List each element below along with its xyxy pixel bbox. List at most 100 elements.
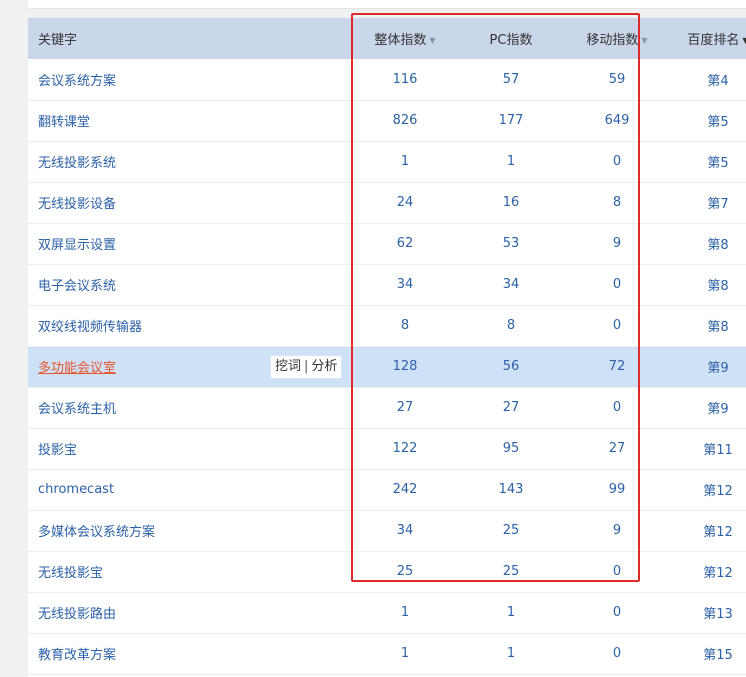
pc-index-cell: 56 [502,359,520,374]
baidu-rank-cell[interactable]: 第5 [670,100,746,141]
keyword-cell: 无线投影系统 [28,141,352,182]
keyword-cell: 会议系统方案 [28,59,352,100]
header-mobile-index[interactable]: 移动指数 ▼ [564,18,670,59]
overall-index-cell: 122 [392,441,418,456]
table-row[interactable]: 翻转课堂 826 177 649 第5 [28,100,746,141]
keyword-cell: 会议系统主机 [28,387,352,428]
overall-index-cell: 1 [400,154,410,169]
table-row[interactable]: 教育改革方案 1 1 0 第15 [28,633,746,674]
pc-index-cell: 8 [506,318,516,333]
keyword-link[interactable]: 无线投影系统 [38,156,116,171]
keyword-cell: 教育改革方案 [28,633,352,674]
pc-index-cell: 34 [502,277,520,292]
overall-index-cell: 242 [392,482,418,497]
sort-caret-down-icon: ▼ [742,36,746,45]
table-row[interactable]: 无线投影系统 1 1 0 第5 [28,141,746,182]
mobile-index-cell: 9 [612,236,622,251]
table-row[interactable]: 双屏显示设置 62 53 9 第8 [28,223,746,264]
header-pc-label: PC指数 [489,33,533,48]
table-row[interactable]: 会议系统方案 116 57 59 第4 [28,59,746,100]
keyword-cell: 无线投影路由 [28,592,352,633]
header-baidu-rank[interactable]: 百度排名 ▼ [670,18,746,59]
keyword-link[interactable]: 投影宝 [38,443,77,458]
pc-index-cell: 25 [502,523,520,538]
table-row[interactable]: 无线投影宝 25 25 0 第12 [28,551,746,592]
baidu-rank-cell[interactable]: 第8 [670,305,746,346]
table-row[interactable]: 电子会议系统 34 34 0 第8 [28,264,746,305]
baidu-rank-cell[interactable]: 第15 [670,633,746,674]
keyword-cell: 双屏显示设置 [28,223,352,264]
overall-index-cell: 34 [396,277,414,292]
keyword-actions: 挖词 | 分析 [270,354,343,379]
pc-index-cell: 143 [498,482,524,497]
analyze-link[interactable]: 分析 [311,359,337,374]
baidu-rank-cell[interactable]: 第11 [670,428,746,469]
keyword-table-panel: 关键字 整体指数 ▼ PC指数 移动指数 ▼ 百度排名 ▼ 会议系统方案 116 57 59… [28,18,746,677]
keyword-cell: 多媒体会议系统方案 [28,510,352,551]
pc-index-cell: 1 [506,605,516,620]
pc-index-cell: 27 [502,400,520,415]
header-overall-index[interactable]: 整体指数 ▼ [352,18,458,59]
action-separator: | [304,358,309,374]
keyword-link[interactable]: 无线投影宝 [38,566,103,581]
keyword-link[interactable]: 无线投影设备 [38,197,116,212]
baidu-rank-cell[interactable]: 第9 [670,346,746,387]
baidu-rank-cell[interactable]: 第12 [670,469,746,510]
header-keyword-label: 关键字 [38,33,78,48]
mobile-index-cell: 27 [608,441,626,456]
keyword-link[interactable]: 电子会议系统 [38,279,116,294]
keyword-link[interactable]: 翻转课堂 [38,115,90,130]
header-pc-index: PC指数 [458,18,564,59]
baidu-rank-cell[interactable]: 第5 [670,141,746,182]
keyword-cell: 多功能会议室 挖词 | 分析 [28,346,352,387]
pc-index-cell: 53 [502,236,520,251]
mobile-index-cell: 59 [608,71,626,87]
keyword-cell: chromecast [28,469,352,510]
overall-index-cell: 1 [400,646,410,661]
keyword-cell: 无线投影宝 [28,551,352,592]
baidu-rank-cell[interactable]: 第12 [670,510,746,551]
baidu-rank-cell[interactable]: 第8 [670,223,746,264]
keyword-table: 关键字 整体指数 ▼ PC指数 移动指数 ▼ 百度排名 ▼ 会议系统方案 116 57 59… [28,18,746,675]
mobile-index-cell: 9 [612,523,622,538]
table-row[interactable]: 多功能会议室 挖词 | 分析 128 56 72 第9 [28,346,746,387]
table-row[interactable]: 无线投影设备 24 16 8 第7 [28,182,746,223]
table-row[interactable]: 多媒体会议系统方案 34 25 9 第12 [28,510,746,551]
keyword-link[interactable]: 教育改革方案 [38,648,116,663]
keyword-link[interactable]: chromecast [38,482,114,497]
baidu-rank-cell[interactable]: 第4 [670,59,746,100]
baidu-rank-cell[interactable]: 第13 [670,592,746,633]
pc-index-cell: 25 [502,564,520,579]
baidu-rank-cell[interactable]: 第7 [670,182,746,223]
mobile-index-cell: 0 [612,277,622,292]
overall-index-cell: 1 [400,605,410,620]
table-row[interactable]: 会议系统主机 27 27 0 第9 [28,387,746,428]
table-row[interactable]: 无线投影路由 1 1 0 第13 [28,592,746,633]
table-row[interactable]: 双绞线视频传输器 8 8 0 第8 [28,305,746,346]
mobile-index-cell: 99 [608,482,626,497]
keyword-link[interactable]: 多媒体会议系统方案 [38,525,155,540]
keyword-link[interactable]: 无线投影路由 [38,607,116,622]
header-rank-label: 百度排名 [687,33,740,48]
keyword-link[interactable]: 会议系统方案 [38,74,116,89]
dig-words-link[interactable]: 挖词 [275,359,301,374]
pc-index-cell: 1 [506,646,516,661]
overall-index-cell: 128 [392,359,418,374]
table-row[interactable]: chromecast 242 143 99 第12 [28,469,746,510]
mobile-index-cell: 0 [612,318,622,333]
top-divider [28,0,746,9]
keyword-link[interactable]: 双绞线视频传输器 [38,320,142,335]
overall-index-cell: 27 [396,400,414,415]
mobile-index-cell: 0 [612,646,622,661]
keyword-link[interactable]: 双屏显示设置 [38,238,116,253]
overall-index-cell: 8 [400,318,410,333]
pc-index-cell: 57 [502,71,520,87]
baidu-rank-cell[interactable]: 第8 [670,264,746,305]
keyword-link[interactable]: 多功能会议室 [38,361,116,376]
keyword-cell: 翻转课堂 [28,100,352,141]
table-row[interactable]: 投影宝 122 95 27 第11 [28,428,746,469]
mobile-index-cell: 0 [612,154,622,169]
keyword-link[interactable]: 会议系统主机 [38,402,116,417]
baidu-rank-cell[interactable]: 第9 [670,387,746,428]
baidu-rank-cell[interactable]: 第12 [670,551,746,592]
